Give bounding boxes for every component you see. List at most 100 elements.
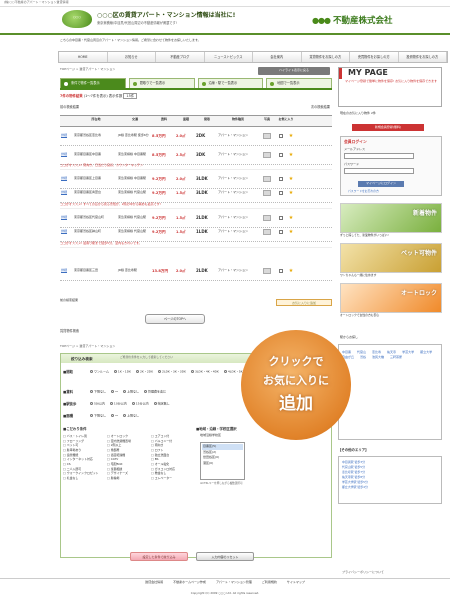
email-field[interactable] [344,153,414,159]
plan-option[interactable]: 2K・2DK [135,370,153,374]
add-favorite-promo[interactable]: クリックで お気に入りに 追加 [241,330,351,440]
station-link[interactable]: 都立大学 [420,350,432,355]
photo-thumbnail[interactable] [258,268,276,274]
privacy-link[interactable]: プライバシーポリシーについて [342,570,384,575]
login-button[interactable]: マイページにログイン [358,181,404,187]
rent-option[interactable]: 上限なし [123,390,139,394]
footer-link[interactable]: 不動産ホームページ作成 [173,580,206,590]
star-icon[interactable]: ★ [286,190,296,196]
feature-checkbox[interactable]: バス・トイレ別 [63,434,105,438]
favorite-checkbox[interactable] [276,269,286,273]
detail-link[interactable]: 詳細 [60,153,74,157]
photo-thumbnail[interactable] [258,215,276,221]
forgot-password-link[interactable]: パスワードをお忘れの方 [348,189,379,193]
station-link[interactable]: 池尻大橋 [372,355,384,360]
favorite-checkbox[interactable] [276,230,286,234]
photo-thumbnail[interactable] [258,176,276,182]
detail-link[interactable]: 詳細 [60,216,74,220]
detail-link[interactable]: 詳細 [60,191,74,195]
station-link[interactable]: 三軒茶屋 [390,355,402,360]
password-field[interactable] [344,168,414,174]
area-option[interactable]: 〜 [111,414,118,418]
autolock-banner[interactable]: オートロック [340,283,442,313]
rent-option[interactable]: 管理費を含む [144,390,166,394]
per-page-select[interactable]: 15件 [123,93,138,100]
detail-link[interactable]: 詳細 [60,230,74,234]
footer-link[interactable]: ご利用規約 [262,580,277,590]
walk-option[interactable]: 15分以内 [131,402,149,406]
area-option[interactable]: 上限なし [123,414,139,418]
page-top-button[interactable]: ページのTOPへ [145,314,205,324]
footer-link[interactable]: アパート・マンション管理 [216,580,252,590]
nav-rent[interactable]: 賃貸物件をお探しの方 [302,52,350,62]
detail-link[interactable]: 詳細 [60,269,74,273]
favorite-checkbox[interactable] [276,153,286,157]
walk-option[interactable]: 5分以内 [90,402,105,406]
detail-link[interactable]: 詳細 [60,134,74,138]
feature-checkbox[interactable]: ロフト [151,448,193,452]
feature-checkbox[interactable]: オートロック [107,434,149,438]
rent-option[interactable]: 〜 [111,390,118,394]
feature-checkbox[interactable]: 角部屋 [107,448,149,452]
footer-link[interactable]: 賃貸会社情報 [145,580,163,590]
plan-option[interactable]: ワンルーム [90,370,109,374]
nav-company[interactable]: 会社案内 [253,52,302,62]
photo-thumbnail[interactable] [258,152,276,158]
site-logo[interactable]: ○○○ [62,10,92,28]
feature-checkbox[interactable]: 礼金なし [63,476,105,480]
region-option[interactable]: 港区(0) [202,461,243,467]
feature-checkbox[interactable]: 駐輪場 [107,476,149,480]
rent-option[interactable]: 下限なし [90,390,106,394]
photo-thumbnail[interactable] [258,133,276,139]
prev-results-link[interactable]: 前の検索結果 [60,298,78,307]
register-button[interactable]: 新規会員登録(無料) [352,124,424,131]
detail-link[interactable]: 詳細 [60,177,74,181]
plan-option[interactable]: 3LDK・4K・4DK [190,370,219,374]
nav-sale[interactable]: 売買物件をお探しの方 [350,52,399,62]
favorite-checkbox[interactable] [276,191,286,195]
walk-option[interactable]: 指定無し [153,402,170,406]
favorite-checkbox[interactable] [276,134,286,138]
plan-option[interactable]: 1K・1DK [113,370,131,374]
feature-checkbox[interactable]: オール電化 [151,462,193,466]
new-property-banner[interactable]: 新着物件 [340,203,442,233]
company-logo[interactable]: ●●● 不動産株式会社 [312,13,442,29]
next-results-link[interactable]: 次の検索結果 [311,105,330,110]
area-link[interactable]: 都立大学駅 徒歩4分 [342,485,440,490]
feature-checkbox[interactable]: エレベーター [151,476,193,480]
feature-checkbox[interactable]: 駐車場あり [63,448,105,452]
pet-banner[interactable]: ペット可物件 [340,243,442,273]
walk-option[interactable]: 10分以内 [109,402,127,406]
nav-news[interactable]: お知らせ [108,52,156,62]
nav-invest[interactable]: 投資物件をお探しの方 [399,52,447,62]
star-icon[interactable]: ★ [286,152,296,158]
feature-checkbox[interactable]: CS [63,462,105,466]
photo-thumbnail[interactable] [258,229,276,235]
reset-button[interactable]: 入力内容のリセット [196,552,254,561]
region-option[interactable]: 学校区 [212,433,221,437]
nav-topics[interactable]: ニューストピックス [205,52,253,62]
star-icon[interactable]: ★ [286,133,296,139]
search-submit-button[interactable]: 設定した条件で絞り込み [130,552,188,561]
station-link[interactable]: 学芸大学 [402,350,414,355]
nav-home[interactable]: HOME [59,52,108,62]
station-link[interactable]: 渋谷 [360,355,366,360]
star-icon[interactable]: ★ [286,215,296,221]
favorite-checkbox[interactable] [276,177,286,181]
add-favorite-button[interactable]: お気に入りに追加 [276,299,332,306]
tab-station[interactable]: 沿線・駅で一覧表示 [197,78,264,88]
plan-option[interactable]: 2LDK・3K・3DK [158,370,186,374]
feature-checkbox[interactable]: エアコン付 [151,434,193,438]
footer-link[interactable]: サイトマップ [287,580,305,590]
area-option[interactable]: 下限なし [90,414,106,418]
star-icon[interactable]: ★ [286,176,296,182]
region-listbox[interactable]: 目黒区(5) 渋谷区(2) 世田谷区(0) 港区(0) [200,442,245,480]
photo-thumbnail[interactable] [258,190,276,196]
highlight-button[interactable]: ハイライト表示に戻る [258,67,330,75]
tab-layout[interactable]: 間取りで一覧表示 [128,78,195,88]
tab-condition[interactable]: 条件で物件一覧表示 [60,78,126,88]
feature-checkbox[interactable]: 宅配BOX [107,462,149,466]
star-icon[interactable]: ★ [286,268,296,274]
nav-blog[interactable]: 不動産ブログ [156,52,205,62]
star-icon[interactable]: ★ [286,229,296,235]
